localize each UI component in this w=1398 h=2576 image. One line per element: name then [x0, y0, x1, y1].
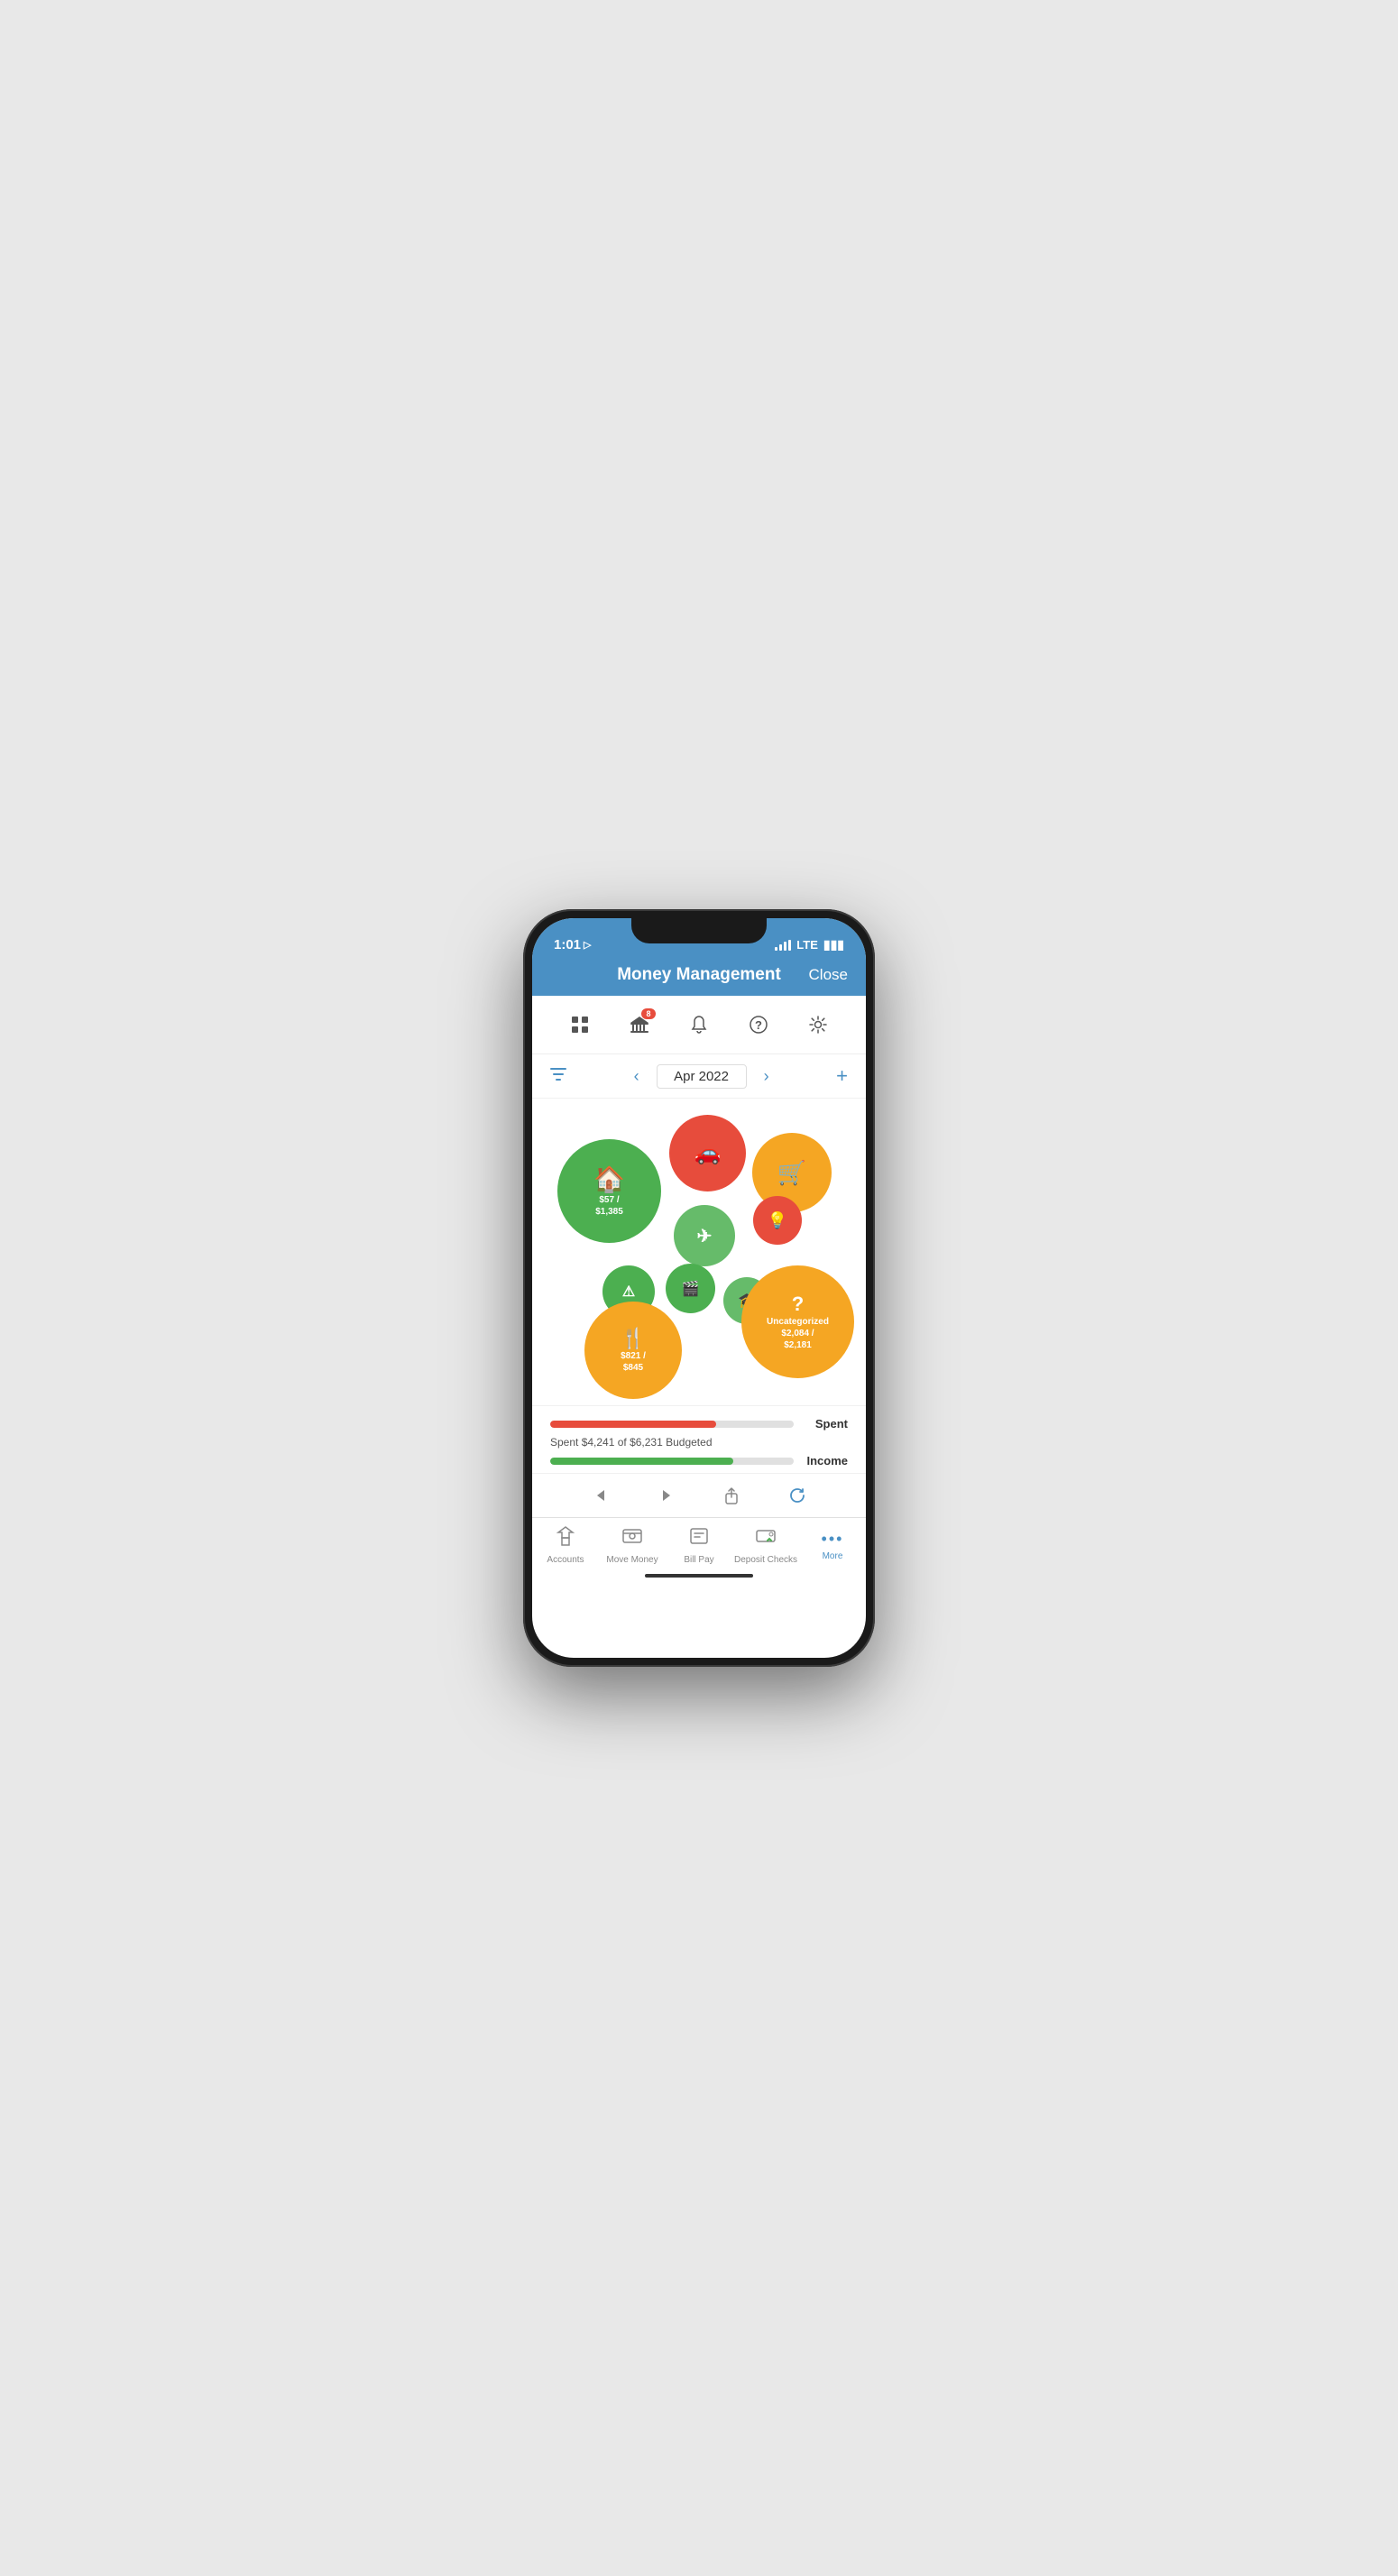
- dining-icon: 🍴: [621, 1327, 645, 1350]
- entertainment-bubble[interactable]: 🎬: [666, 1264, 715, 1313]
- next-button[interactable]: [650, 1479, 683, 1512]
- time-display: 1:01: [554, 937, 581, 952]
- status-time: 1:01 ▷: [554, 937, 592, 952]
- auto-bubble[interactable]: 🚗: [669, 1115, 746, 1191]
- notch: [631, 918, 767, 943]
- uncategorized-bubble[interactable]: ? Uncategorized$2,084 /$2,181: [741, 1265, 854, 1378]
- prev-button[interactable]: [584, 1479, 617, 1512]
- uncategorized-label: Uncategorized$2,084 /$2,181: [767, 1316, 829, 1351]
- header-title: Money Management: [617, 965, 781, 985]
- income-label: Income: [803, 1454, 848, 1467]
- home-indicator: [532, 1569, 866, 1583]
- auto-icon: 🚗: [694, 1140, 722, 1166]
- battery-icon: ▮▮▮: [823, 937, 844, 952]
- budget-summary: Spent Spent $4,241 of $6,231 Budgeted In…: [532, 1405, 866, 1473]
- location-icon: ▷: [584, 939, 591, 951]
- housing-label: $57 /$1,385: [595, 1194, 623, 1218]
- move-money-icon: [621, 1525, 643, 1552]
- bubble-chart[interactable]: 🏠 $57 /$1,385 🚗 🛒 ✈ 💡 ⚠: [532, 1099, 866, 1405]
- income-bar-container: [550, 1458, 794, 1465]
- accounts-icon: [555, 1525, 576, 1552]
- dining-bubble[interactable]: 🍴 $821 /$845: [584, 1302, 682, 1399]
- bank-icon[interactable]: 8: [621, 1007, 658, 1043]
- tab-bar: Accounts Move Money: [532, 1517, 866, 1569]
- tab-bill-pay[interactable]: Bill Pay: [666, 1525, 732, 1565]
- deposit-checks-icon: [755, 1525, 777, 1552]
- share-button[interactable]: [715, 1479, 748, 1512]
- accounts-label: Accounts: [547, 1555, 584, 1565]
- alert-icon: ⚠: [622, 1283, 635, 1301]
- shopping-icon: 🛒: [777, 1159, 806, 1187]
- signal-icon: [775, 940, 791, 951]
- date-label[interactable]: Apr 2022: [657, 1064, 747, 1089]
- spent-label: Spent: [803, 1417, 848, 1431]
- close-button[interactable]: Close: [809, 966, 848, 984]
- tab-move-money[interactable]: Move Money: [599, 1525, 666, 1565]
- bell-icon[interactable]: [681, 1007, 717, 1043]
- housing-bubble[interactable]: 🏠 $57 /$1,385: [557, 1139, 661, 1243]
- gear-icon[interactable]: [800, 1007, 836, 1043]
- spent-bar-fill: [550, 1421, 716, 1428]
- income-row: Income: [550, 1454, 848, 1467]
- spent-detail: Spent $4,241 of $6,231 Budgeted: [550, 1436, 848, 1449]
- income-bar-fill: [550, 1458, 733, 1465]
- date-navigation: ‹ Apr 2022 › +: [532, 1054, 866, 1099]
- travel-icon: ✈: [697, 1225, 713, 1247]
- housing-icon: 🏠: [593, 1164, 625, 1194]
- refresh-button[interactable]: [781, 1479, 814, 1512]
- svg-text:?: ?: [755, 1018, 762, 1032]
- dining-label: $821 /$845: [621, 1350, 646, 1374]
- home-bar: [645, 1574, 753, 1578]
- tab-more[interactable]: ••• More: [799, 1530, 866, 1561]
- filter-icon[interactable]: [550, 1067, 566, 1086]
- navigation-controls: [532, 1473, 866, 1517]
- phone-frame: 1:01 ▷ LTE ▮▮▮ Money Management Close: [523, 909, 875, 1667]
- add-button[interactable]: +: [836, 1064, 848, 1088]
- app-header: Money Management Close: [532, 958, 866, 996]
- help-icon[interactable]: ?: [740, 1007, 777, 1043]
- move-money-label: Move Money: [606, 1555, 658, 1565]
- bank-badge: 8: [641, 1008, 656, 1019]
- utilities-bubble[interactable]: 💡: [753, 1196, 802, 1245]
- more-icon: •••: [822, 1530, 844, 1549]
- tab-accounts[interactable]: Accounts: [532, 1525, 599, 1565]
- date-prev-button[interactable]: ‹: [624, 1063, 649, 1089]
- travel-bubble[interactable]: ✈: [674, 1205, 735, 1266]
- uncategorized-icon: ?: [792, 1293, 804, 1316]
- spent-row: Spent: [550, 1417, 848, 1431]
- grid-icon[interactable]: [562, 1007, 598, 1043]
- deposit-checks-label: Deposit Checks: [734, 1555, 797, 1565]
- date-next-button[interactable]: ›: [754, 1063, 779, 1089]
- phone-screen: 1:01 ▷ LTE ▮▮▮ Money Management Close: [532, 918, 866, 1658]
- bill-pay-label: Bill Pay: [684, 1555, 713, 1565]
- network-label: LTE: [796, 938, 818, 952]
- spent-bar-container: [550, 1421, 794, 1428]
- status-indicators: LTE ▮▮▮: [775, 937, 844, 952]
- bill-pay-icon: [688, 1525, 710, 1552]
- utilities-icon: 💡: [768, 1211, 787, 1230]
- tab-deposit-checks[interactable]: Deposit Checks: [732, 1525, 799, 1565]
- more-label: More: [823, 1551, 843, 1561]
- entertainment-icon: 🎬: [682, 1280, 700, 1298]
- toolbar: 8 ?: [532, 996, 866, 1054]
